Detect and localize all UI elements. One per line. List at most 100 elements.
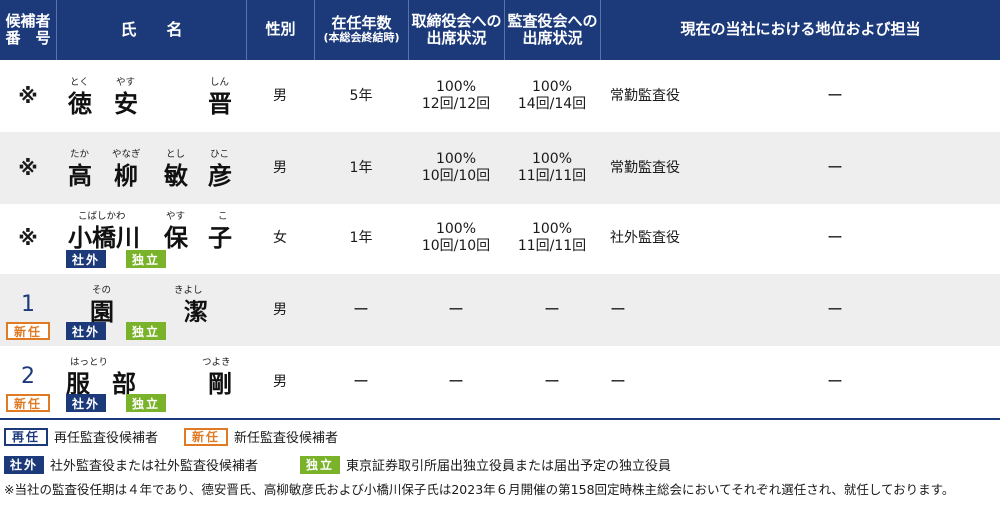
gender-value: 男	[273, 301, 287, 318]
header-candidate-no-line1: 候補者	[5, 11, 51, 30]
audit-pct: 100%	[531, 151, 573, 168]
name-char: 柳	[114, 162, 138, 190]
tenure-value: ー	[352, 372, 369, 392]
table-row: 2 新任 はっとり つよき 服 部 剛 社外 独立 男 ー ー ー ー ー	[0, 346, 1000, 418]
reappoint-badge: 再任	[4, 427, 49, 446]
candidate-number: 2	[21, 364, 35, 389]
duty-value: ー	[826, 372, 843, 392]
candidate-no: ※	[0, 202, 56, 274]
audit-attendance: 100% 14回/14回	[504, 60, 600, 132]
header-position-label: 現在の当社における地位および担当	[680, 20, 921, 39]
gender: 女	[246, 202, 314, 274]
audit-attendance: ー	[504, 274, 600, 346]
audit-value: ー	[543, 372, 560, 392]
independent-badge: 独立	[126, 250, 167, 268]
outside-badge: 社外	[66, 322, 107, 340]
tenure: 5年	[314, 60, 408, 132]
table-row: ※ たか やなぎ とし ひこ 高 柳 敏 彦 男 1年 100% 10回/10回…	[0, 132, 1000, 204]
header-candidate-no-line2: 番 号	[5, 29, 51, 47]
candidate-name: はっとり つよき 服 部 剛 社外 独立	[56, 346, 246, 418]
name-char: 子	[208, 224, 232, 252]
candidate-mark: ※	[18, 226, 38, 250]
audit-attendance: 100% 11回/11回	[504, 132, 600, 204]
legend-outside-text: 社外監査役または社外監査役候補者	[50, 459, 259, 474]
position-value: 常勤監査役	[610, 87, 680, 104]
header-audit-attendance: 監査役会への 出席状況	[504, 0, 600, 60]
duty: ー	[800, 132, 870, 204]
tenure: ー	[314, 346, 408, 418]
board-count: 10回/10回	[421, 168, 491, 184]
name-char: 小橋川	[68, 224, 140, 252]
header-gender-label: 性別	[265, 20, 296, 39]
position: 常勤監査役	[600, 60, 800, 132]
position-value: ー	[610, 372, 627, 392]
header-position: 現在の当社における地位および担当	[600, 0, 1000, 60]
candidate-no: ※	[0, 60, 56, 132]
tenure-value: 1年	[349, 229, 373, 246]
board-pct: 100%	[435, 221, 477, 238]
gender: 男	[246, 132, 314, 204]
outside-badge: 社外	[4, 455, 45, 474]
candidate-number: 1	[21, 292, 35, 317]
legend-reappoint-text: 再任監査役候補者	[54, 431, 159, 446]
table-row: 1 新任 その きよし 園 潔 社外 独立 男 ー ー ー ー ー	[0, 274, 1000, 346]
candidate-name: その きよし 園 潔 社外 独立	[56, 274, 246, 346]
duty: ー	[800, 346, 870, 418]
position-value: 社外監査役	[610, 229, 680, 246]
board-attendance: 100% 10回/10回	[408, 132, 504, 204]
header-name-label: 氏名	[120, 19, 213, 39]
audit-attendance: ー	[504, 346, 600, 418]
position: 社外監査役	[600, 202, 800, 274]
gender-value: 男	[273, 87, 287, 104]
duty: ー	[800, 202, 870, 274]
legend-independent-text: 東京証券取引所届出独立役員または届出予定の独立役員	[346, 459, 672, 474]
new-badge: 新任	[6, 394, 51, 412]
name-char: 保	[164, 224, 188, 252]
name-char: 徳	[68, 90, 92, 118]
board-attendance: 100% 12回/12回	[408, 60, 504, 132]
header-board-line1: 取締役会への	[411, 11, 502, 30]
duty-value: ー	[826, 86, 843, 106]
tenure: 1年	[314, 132, 408, 204]
footnote: ※当社の監査役任期は４年であり、德安晋氏、高柳敏彦氏および小橋川保子氏は2023…	[4, 482, 955, 497]
duty-value: ー	[826, 228, 843, 248]
candidate-name: たか やなぎ とし ひこ 高 柳 敏 彦	[56, 132, 246, 204]
header-tenure-label: 在任年数	[331, 14, 392, 33]
gender: 男	[246, 60, 314, 132]
table-row: ※ とく やす しん 徳 安 晋 男 5年 100% 12回/12回 100% …	[0, 60, 1000, 132]
table-header: 候補者 番 号 氏名 性別 在任年数 (本総会終結時) 取締役会への 出席状況 …	[0, 0, 1000, 60]
legend-reappoint: 再任 再任監査役候補者	[4, 427, 158, 446]
name-char: 敏	[164, 162, 188, 190]
audit-value: ー	[543, 300, 560, 320]
candidate-name: こばしかわ やす こ 小橋川 保 子 社外 独立	[56, 202, 246, 274]
board-pct: 100%	[435, 151, 477, 168]
header-name: 氏名	[56, 0, 246, 60]
position-value: 常勤監査役	[610, 159, 680, 176]
outside-badge: 社外	[66, 250, 107, 268]
name-char: 彦	[208, 162, 232, 190]
table-bottom-rule	[0, 418, 1000, 420]
tenure-value: 1年	[349, 159, 373, 176]
board-pct: 100%	[435, 79, 477, 96]
candidate-mark: ※	[18, 156, 38, 180]
independent-badge: 独立	[126, 322, 167, 340]
header-board-attendance: 取締役会への 出席状況	[408, 0, 504, 60]
name-char: 晋	[208, 90, 232, 118]
name-char: 剛	[208, 370, 232, 398]
duty-value: ー	[826, 158, 843, 178]
duty: ー	[800, 274, 870, 346]
legend-outside: 社外 社外監査役または社外監査役候補者	[4, 455, 258, 474]
audit-count: 11回/11回	[517, 168, 587, 184]
new-badge: 新任	[184, 427, 229, 446]
position: 常勤監査役	[600, 132, 800, 204]
audit-pct: 100%	[531, 221, 573, 238]
table-row: ※ こばしかわ やす こ 小橋川 保 子 社外 独立 女 1年 100% 10回…	[0, 202, 1000, 274]
legend-new: 新任 新任監査役候補者	[184, 427, 338, 446]
independent-badge: 独立	[300, 455, 341, 474]
tenure: ー	[314, 274, 408, 346]
gender-value: 男	[273, 373, 287, 390]
header-board-line2: 出席状況	[426, 29, 487, 47]
tenure: 1年	[314, 202, 408, 274]
tenure-value: ー	[352, 300, 369, 320]
gender: 男	[246, 346, 314, 418]
